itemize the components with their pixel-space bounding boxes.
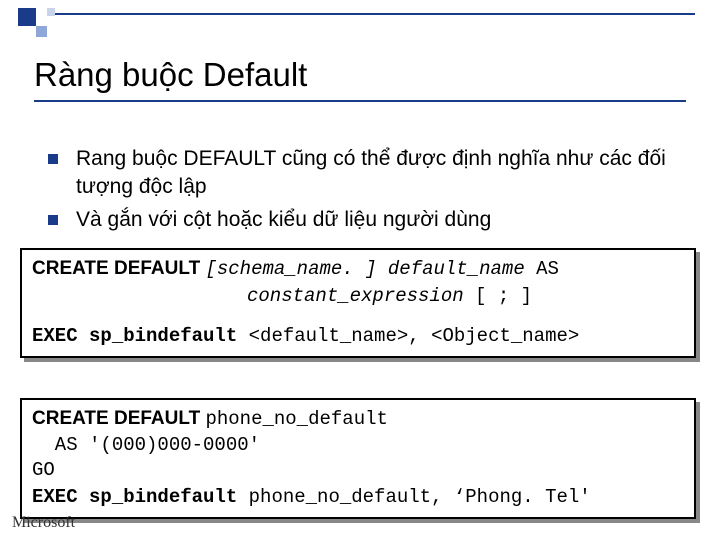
- top-rule: [55, 13, 695, 15]
- code-keyword: EXEC sp_bindefault: [32, 486, 249, 508]
- code-line: EXEC sp_bindefault <default_name>, <Obje…: [32, 323, 684, 350]
- code-keyword: EXEC sp_bindefault: [32, 325, 249, 347]
- code-line: CREATE DEFAULT [schema_name. ] default_n…: [32, 256, 684, 283]
- code-line: GO: [32, 458, 684, 484]
- code-text: [ ; ]: [475, 285, 532, 307]
- code-line: EXEC sp_bindefault phone_no_default, ‘Ph…: [32, 484, 684, 511]
- title-underline: [34, 100, 686, 102]
- code-ident: [schema_name. ] default_name: [205, 258, 536, 280]
- code-line: AS '(000)000-0000': [32, 433, 684, 459]
- code-text: AS: [536, 258, 559, 280]
- code-ident: constant_expression: [247, 285, 475, 307]
- code-text: phone_no_default: [205, 408, 387, 430]
- bullet-list: Rang buộc DEFAULT cũng có thể được định …: [48, 145, 688, 238]
- code-text: <default_name>, <Object_name>: [249, 325, 580, 347]
- code-line: CREATE DEFAULT phone_no_default: [32, 406, 684, 433]
- code-keyword: CREATE DEFAULT: [32, 258, 205, 279]
- footer-text: Microsoft: [12, 514, 75, 532]
- bullet-icon: [48, 215, 58, 225]
- code-keyword: CREATE DEFAULT: [32, 408, 205, 429]
- slide-title: Ràng buộc Default: [34, 56, 307, 94]
- example-code-box: CREATE DEFAULT phone_no_default AS '(000…: [20, 398, 696, 519]
- deco-square-med: [36, 26, 47, 37]
- syntax-code-box: CREATE DEFAULT [schema_name. ] default_n…: [20, 248, 696, 358]
- code-text: phone_no_default, ‘Phong. Tel': [249, 486, 591, 508]
- bullet-icon: [48, 154, 58, 164]
- code-line: constant_expression [ ; ]: [32, 283, 684, 310]
- deco-square-small: [47, 8, 55, 16]
- code-blank: [32, 309, 684, 323]
- list-item: Rang buộc DEFAULT cũng có thể được định …: [48, 145, 688, 202]
- deco-square-large: [18, 8, 36, 26]
- bullet-text: Và gắn với cột hoặc kiểu dữ liệu người d…: [76, 206, 491, 234]
- corner-decoration: [0, 0, 180, 36]
- bullet-text: Rang buộc DEFAULT cũng có thể được định …: [76, 145, 688, 202]
- list-item: Và gắn với cột hoặc kiểu dữ liệu người d…: [48, 206, 688, 234]
